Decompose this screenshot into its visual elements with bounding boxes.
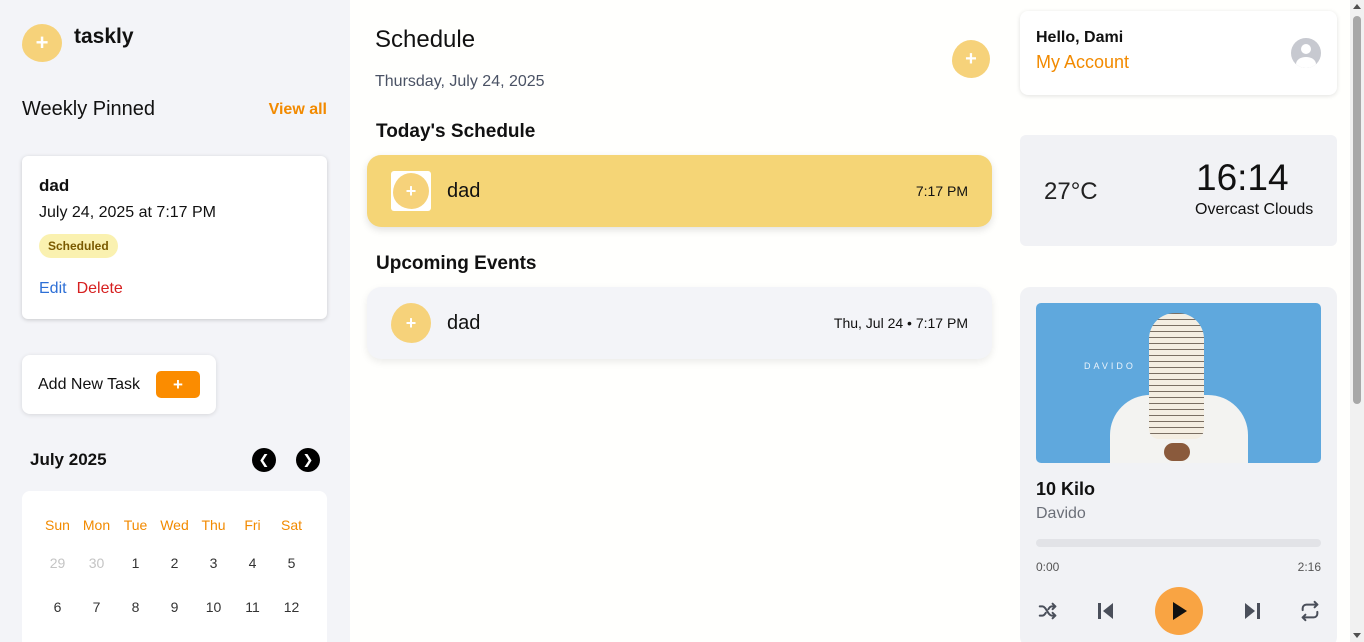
task-icon: + <box>391 171 431 211</box>
weekday-label: Tue <box>123 517 148 533</box>
cover-text: DAVIDO <box>1084 361 1136 371</box>
calendar-nav: ❮ ❯ <box>252 448 320 472</box>
task-icon: + <box>391 303 431 343</box>
today-schedule-title: Today's Schedule <box>376 121 536 142</box>
pinned-task-datetime: July 24, 2025 at 7:17 PM <box>39 204 216 221</box>
scrollbar[interactable] <box>1350 0 1364 642</box>
account-card: Hello, Dami My Account <box>1020 11 1337 95</box>
song-title: 10 Kilo <box>1036 479 1096 499</box>
plus-icon: + <box>22 24 62 62</box>
calendar-day[interactable]: 10 <box>194 599 233 642</box>
plus-icon[interactable]: + <box>952 40 990 78</box>
album-cover: DAVIDO <box>1036 303 1321 463</box>
app-name: taskly <box>74 25 134 48</box>
artist-name: Davido <box>1036 505 1086 522</box>
play-button[interactable] <box>1155 587 1203 635</box>
calendar-day[interactable]: 11 <box>233 599 272 642</box>
brand[interactable]: + taskly <box>22 22 134 64</box>
total-time: 2:16 <box>1297 560 1321 574</box>
add-task-button[interactable]: + <box>156 371 200 398</box>
calendar-day[interactable]: 12 <box>272 599 311 642</box>
sidebar: + taskly Weekly Pinned View all dad July… <box>0 0 350 642</box>
calendar-day[interactable]: 29 <box>38 555 77 599</box>
scrollbar-thumb[interactable] <box>1353 16 1361 404</box>
clock-time: 16:14 <box>1196 157 1289 198</box>
pinned-task-card[interactable]: dad July 24, 2025 at 7:17 PM Scheduled E… <box>22 156 327 319</box>
chevron-left-icon[interactable]: ❮ <box>252 448 276 472</box>
item-time: 7:17 PM <box>915 183 968 199</box>
add-task-card: Add New Task + <box>22 355 216 414</box>
pinned-title: Weekly Pinned <box>22 98 156 120</box>
page-title: Schedule <box>375 26 476 53</box>
shuffle-icon[interactable] <box>1036 599 1060 623</box>
pinned-task-title: dad <box>39 176 70 195</box>
calendar-grid: Sun Mon Tue Wed Thu Fri Sat 29 30 1 2 3 4 5 6 7 8 9 10 11 12 <box>38 517 311 642</box>
repeat-icon[interactable] <box>1298 599 1322 623</box>
player-controls <box>1036 587 1321 635</box>
weekday-label: Mon <box>82 517 111 533</box>
today-schedule-item[interactable]: + dad 7:17 PM <box>367 155 992 227</box>
logo: + <box>22 22 62 64</box>
calendar-day[interactable]: 4 <box>233 555 272 599</box>
pinned-header: Weekly Pinned View all <box>22 98 327 121</box>
weather-condition: Overcast Clouds <box>1195 201 1314 218</box>
plus-icon: + <box>393 173 429 209</box>
view-all-link[interactable]: View all <box>269 101 327 119</box>
calendar-day[interactable]: 9 <box>155 599 194 642</box>
upcoming-event-item[interactable]: + dad Thu, Jul 24 • 7:17 PM <box>367 287 992 359</box>
current-time: 0:00 <box>1036 560 1060 574</box>
item-name: dad <box>447 179 481 202</box>
calendar-title: July 2025 <box>30 450 107 469</box>
calendar: Sun Mon Tue Wed Thu Fri Sat 29 30 1 2 3 4 5 6 7 8 9 10 11 12 <box>22 491 327 642</box>
weekday-label: Sat <box>280 517 302 533</box>
avatar-icon[interactable] <box>1291 38 1321 68</box>
previous-icon[interactable] <box>1094 599 1118 623</box>
progress-bar[interactable] <box>1036 539 1321 547</box>
item-time: Thu, Jul 24 • 7:17 PM <box>833 315 968 331</box>
current-date: Thursday, July 24, 2025 <box>375 73 545 90</box>
weekday-label: Wed <box>160 517 189 533</box>
calendar-day[interactable]: 5 <box>272 555 311 599</box>
edit-button[interactable]: Edit <box>39 280 67 298</box>
calendar-header: July 2025 ❮ ❯ <box>30 448 320 472</box>
weekday-label: Thu <box>201 517 226 533</box>
upcoming-events-title: Upcoming Events <box>376 253 537 274</box>
music-player: DAVIDO 10 Kilo Davido 0:00 2:16 <box>1020 287 1337 642</box>
delete-button[interactable]: Delete <box>77 280 123 298</box>
task-actions: Edit Delete <box>39 280 310 298</box>
weekday-label: Sun <box>45 517 70 533</box>
calendar-day[interactable]: 1 <box>116 555 155 599</box>
calendar-day[interactable]: 7 <box>77 599 116 642</box>
play-icon <box>1173 602 1187 620</box>
calendar-day[interactable]: 8 <box>116 599 155 642</box>
greeting: Hello, Dami <box>1036 29 1124 46</box>
my-account-link[interactable]: My Account <box>1036 52 1321 73</box>
chevron-right-icon[interactable]: ❯ <box>296 448 320 472</box>
calendar-day[interactable]: 6 <box>38 599 77 642</box>
next-icon[interactable] <box>1240 599 1264 623</box>
scroll-up-icon[interactable] <box>1353 4 1361 9</box>
calendar-day[interactable]: 3 <box>194 555 233 599</box>
weather-widget: 27°C 16:14 Overcast Clouds <box>1020 135 1337 246</box>
weekday-label: Fri <box>244 517 261 533</box>
status-badge: Scheduled <box>39 234 118 258</box>
calendar-day[interactable]: 30 <box>77 555 116 599</box>
scroll-down-icon[interactable] <box>1353 633 1361 638</box>
temperature: 27°C <box>1044 178 1098 205</box>
item-name: dad <box>447 311 481 334</box>
calendar-day[interactable]: 2 <box>155 555 194 599</box>
plus-icon: + <box>391 303 431 343</box>
add-task-label: Add New Task <box>38 375 140 393</box>
